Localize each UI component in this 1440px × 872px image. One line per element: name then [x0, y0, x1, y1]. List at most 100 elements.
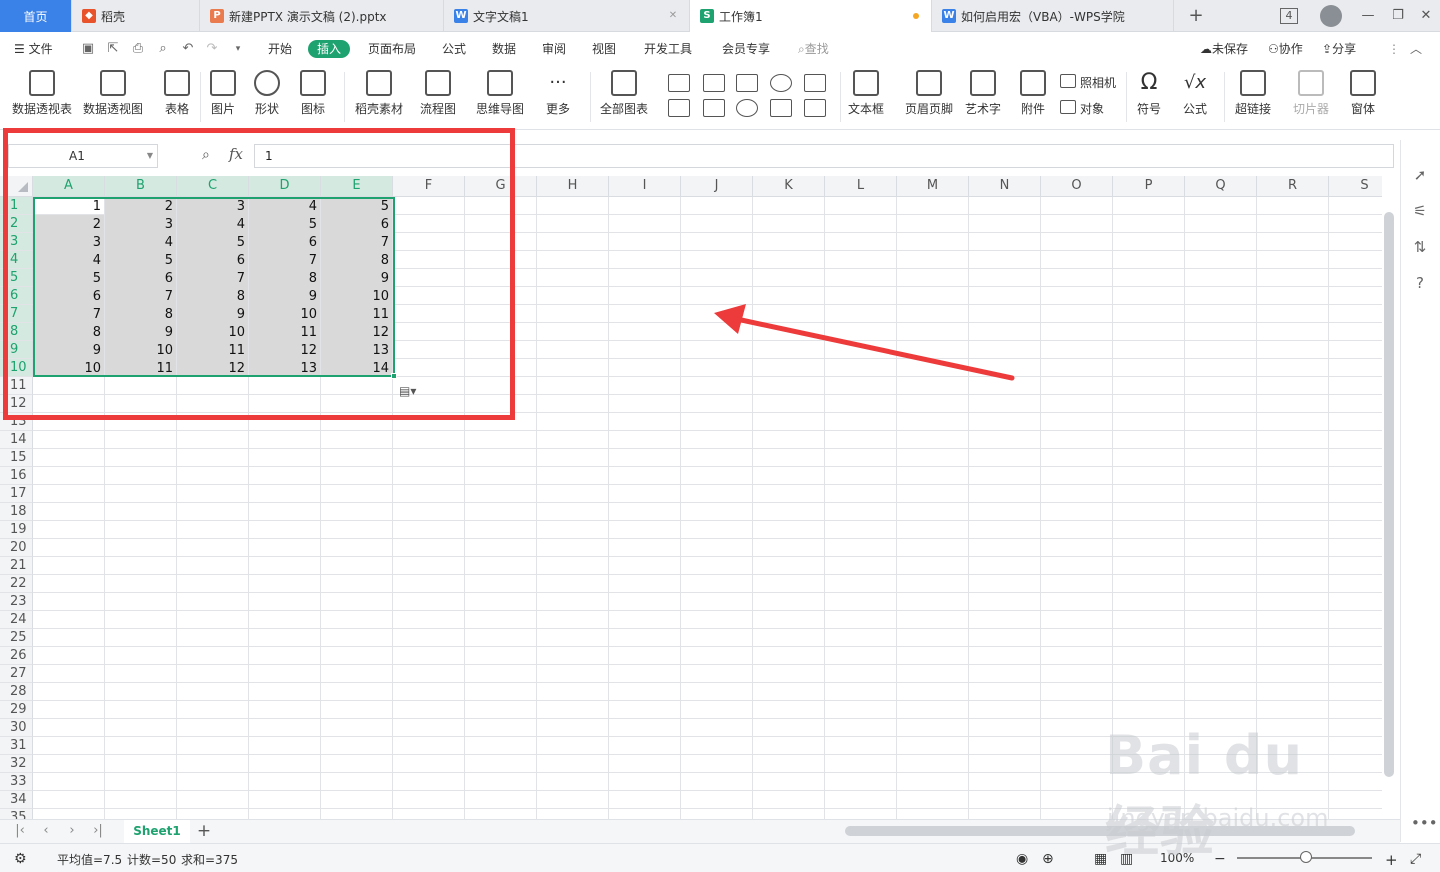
select-pointer-icon[interactable]: ➚ [1411, 166, 1429, 184]
row-header[interactable]: 2 [0, 215, 33, 233]
menu-insert[interactable]: 插入 [308, 40, 351, 58]
row-header[interactable]: 20 [0, 539, 33, 557]
row-header[interactable]: 27 [0, 665, 33, 683]
chevron-down-icon[interactable]: ▼ [147, 145, 153, 167]
column-header[interactable]: O [1041, 176, 1113, 197]
tab-count-button[interactable]: 4 [1280, 8, 1298, 24]
column-header[interactable]: E [321, 176, 393, 197]
macro-record-icon[interactable]: ⚙ [14, 851, 27, 867]
row-header[interactable]: 6 [0, 287, 33, 305]
row-header[interactable]: 5 [0, 269, 33, 287]
row-header[interactable]: 35 [0, 809, 33, 819]
tab-web[interactable]: W 如何启用宏（VBA）-WPS学院 [932, 0, 1174, 32]
save-icon[interactable]: ▣ [80, 41, 96, 57]
export-icon[interactable]: ⇱ [105, 41, 121, 57]
row-header[interactable]: 31 [0, 737, 33, 755]
zoom-out-icon[interactable]: − [1214, 851, 1226, 867]
menu-data[interactable]: 数据 [492, 40, 516, 58]
sheet-tab-sheet1[interactable]: Sheet1 [124, 820, 190, 843]
zoom-lens-icon[interactable]: ⌕ [202, 147, 210, 163]
object-label[interactable]: 对象 [1080, 100, 1104, 117]
tab-workbook[interactable]: S 工作簿1 [690, 0, 932, 32]
column-header[interactable]: Q [1185, 176, 1257, 197]
row-header[interactable]: 29 [0, 701, 33, 719]
new-tab-button[interactable]: + [1184, 4, 1208, 28]
formula-input[interactable]: 1 [254, 144, 1394, 168]
tab-home[interactable]: 首页 [0, 0, 72, 32]
column-header[interactable]: F [393, 176, 465, 197]
row-header[interactable]: 17 [0, 485, 33, 503]
close-button[interactable]: ✕ [1414, 4, 1438, 28]
mindmap-button[interactable]: 思维导图 [476, 70, 524, 116]
column-header[interactable]: N [969, 176, 1041, 197]
camera-icon[interactable] [1060, 74, 1076, 88]
wordart-button[interactable]: 艺术字 [965, 70, 1001, 116]
menu-developer[interactable]: 开发工具 [644, 40, 692, 58]
properties-icon[interactable]: ⚟ [1411, 202, 1429, 220]
row-header[interactable]: 9 [0, 341, 33, 359]
print-icon[interactable]: ⎙ [130, 41, 146, 57]
pivot-chart-button[interactable]: 数据透视图 [83, 70, 143, 116]
textbox-button[interactable]: 文本框 [848, 70, 884, 116]
zoom-level-dropdown[interactable]: 100% [1160, 851, 1194, 865]
avatar[interactable] [1320, 5, 1342, 27]
table-button[interactable]: 表格 [164, 70, 190, 116]
row-header[interactable]: 25 [0, 629, 33, 647]
row-header[interactable]: 30 [0, 719, 33, 737]
column-header[interactable]: P [1113, 176, 1185, 197]
stock-chart-icon[interactable] [804, 74, 826, 92]
row-header[interactable]: 33 [0, 773, 33, 791]
customize-quick-access-icon[interactable]: ▾ [230, 41, 246, 57]
symbol-button[interactable]: Ω 符号 [1136, 70, 1162, 116]
row-header[interactable]: 34 [0, 791, 33, 809]
transform-icon[interactable]: ⇅ [1411, 238, 1429, 256]
help-icon[interactable]: ? [1411, 274, 1429, 292]
restore-button[interactable]: ❐ [1386, 4, 1410, 28]
column-header[interactable]: L [825, 176, 897, 197]
row-header[interactable]: 14 [0, 431, 33, 449]
row-header[interactable]: 22 [0, 575, 33, 593]
area-chart-icon[interactable] [668, 99, 690, 117]
flowchart-button[interactable]: 流程图 [420, 70, 456, 116]
docer-material-button[interactable]: 稻壳素材 [355, 70, 403, 116]
column-header[interactable]: D [249, 176, 321, 197]
column-header[interactable]: B [105, 176, 177, 197]
quick-analysis-icon[interactable]: ▤▾ [399, 384, 427, 402]
column-header[interactable]: K [753, 176, 825, 197]
minimize-button[interactable]: — [1356, 4, 1380, 28]
column-header[interactable]: C [177, 176, 249, 197]
function-icon[interactable]: fx [229, 145, 243, 163]
all-charts-button[interactable]: 全部图表 [600, 70, 648, 116]
zoom-in-icon[interactable]: + [1385, 851, 1398, 869]
fill-handle[interactable] [391, 373, 397, 379]
row-header[interactable]: 28 [0, 683, 33, 701]
collab-button[interactable]: ⚇协作 [1268, 40, 1303, 58]
row-header[interactable]: 32 [0, 755, 33, 773]
column-header[interactable]: G [465, 176, 537, 197]
name-box[interactable]: A1 ▼ [8, 144, 158, 168]
menu-page-layout[interactable]: 页面布局 [368, 40, 416, 58]
eye-protection-icon[interactable]: ◉ [1016, 851, 1028, 867]
first-sheet-icon[interactable]: |‹ [12, 823, 28, 839]
menu-review[interactable]: 审阅 [542, 40, 566, 58]
object-icon[interactable] [1060, 100, 1076, 114]
row-header[interactable]: 26 [0, 647, 33, 665]
next-sheet-icon[interactable]: › [64, 823, 80, 839]
undo-icon[interactable]: ↶ [180, 41, 196, 57]
close-tab-icon[interactable]: ✕ [667, 10, 679, 22]
file-menu[interactable]: ☰ 文件 [14, 40, 53, 58]
picture-button[interactable]: 图片 [210, 70, 236, 116]
hyperlink-button[interactable]: 超链接 [1235, 70, 1271, 116]
unsaved-button[interactable]: ☁未保存 [1200, 40, 1248, 58]
header-footer-button[interactable]: 页眉页脚 [905, 70, 953, 116]
row-header[interactable]: 7 [0, 305, 33, 323]
row-header[interactable]: 18 [0, 503, 33, 521]
menu-member[interactable]: 会员专享 [722, 40, 770, 58]
search-box[interactable]: ⌕查找 [798, 40, 829, 58]
page-view-icon[interactable]: ▥ [1120, 851, 1133, 867]
more-button[interactable]: ··· 更多 [545, 70, 571, 116]
row-header[interactable]: 15 [0, 449, 33, 467]
column-chart-icon[interactable] [668, 74, 690, 92]
camera-label[interactable]: 照相机 [1080, 74, 1116, 91]
bar-chart-horizontal-icon[interactable] [703, 74, 725, 92]
